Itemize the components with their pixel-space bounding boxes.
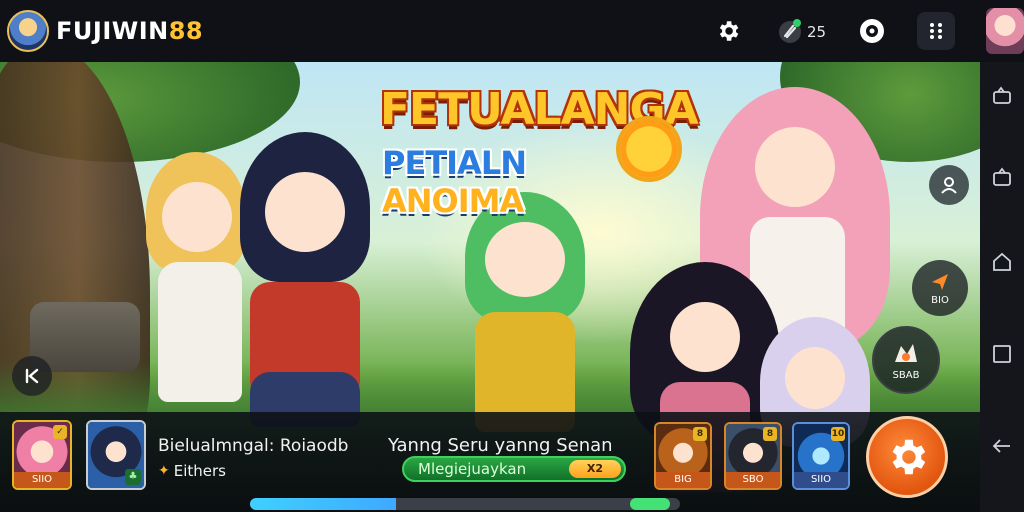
progress-marker <box>630 498 670 510</box>
screen-icon <box>993 167 1011 186</box>
card-price: SIIO <box>794 472 848 488</box>
game-title: FETUALANGA PETIALN ANOIMA <box>380 78 699 220</box>
rotate-icon <box>993 86 1011 104</box>
nav-back-button[interactable] <box>990 434 1014 458</box>
item-card[interactable]: 10 SIIO <box>792 422 850 490</box>
reward-label: SBAB <box>892 369 920 381</box>
game-title-line-2: PETIALN ANOIMA <box>382 144 660 220</box>
card-badge: 10 <box>831 427 845 441</box>
card-badge: ✓ <box>53 425 67 439</box>
profile-button[interactable] <box>929 165 969 205</box>
send-button[interactable]: BIO <box>912 260 968 316</box>
recents-icon <box>993 345 1011 363</box>
back-icon <box>992 439 1010 453</box>
card-price: BIG <box>656 472 710 488</box>
promo-button[interactable]: Mlegiejuaykan X2 <box>402 456 626 482</box>
card-price: SBO <box>726 472 780 488</box>
promo-title: Yanng Seru yanng Senan <box>388 435 613 456</box>
bottom-hud: ✓ SIIO ♣ Bielualmngal: Roiaodb ✦ Eithers… <box>0 412 980 512</box>
brand-logo[interactable]: FUJIWIN88 <box>56 17 203 45</box>
promo-text: Mlegiejuaykan <box>418 460 527 478</box>
card-badge: 8 <box>763 427 777 441</box>
sun-emblem-icon <box>620 120 678 178</box>
character-dark-hair-hero <box>220 132 390 432</box>
send-label: BIO <box>931 294 949 306</box>
back-button[interactable] <box>12 356 52 396</box>
character-card[interactable]: ✓ SIIO <box>12 420 72 490</box>
play-action-button[interactable] <box>866 416 948 498</box>
menu-button[interactable] <box>917 12 955 50</box>
person-icon <box>941 177 957 194</box>
event-subtitle: ✦ Eithers <box>158 462 226 480</box>
progress-bar <box>250 498 680 510</box>
help-icon <box>860 19 884 43</box>
gear-icon <box>892 439 926 475</box>
nav-rotate-button[interactable] <box>990 84 1014 108</box>
nav-recents-button[interactable] <box>990 342 1014 366</box>
coin-count: 25 <box>807 23 827 41</box>
coin-button[interactable] <box>773 14 807 48</box>
top-bar: FUJIWIN88 25 <box>0 0 1024 62</box>
sparkle-icon: ✦ <box>158 463 170 479</box>
card-price: SIIO <box>14 472 70 488</box>
brand-accent: 88 <box>168 17 204 45</box>
send-arrow-icon <box>932 273 948 290</box>
game-title-line-2-accent: ANOIMA <box>382 182 524 220</box>
coin-icon <box>779 19 801 43</box>
settings-button[interactable] <box>711 14 745 48</box>
character-card[interactable]: 8 SBO <box>724 422 782 490</box>
grid-menu-icon <box>930 23 942 39</box>
character-green-hair-girl <box>455 192 595 442</box>
reward-button[interactable]: SBAB <box>872 326 940 394</box>
help-button[interactable] <box>855 14 889 48</box>
system-nav-bar <box>980 62 1024 512</box>
promo-multiplier: X2 <box>569 460 621 478</box>
progress-fill <box>250 498 397 510</box>
character-card[interactable]: ♣ <box>86 420 146 490</box>
logo-avatar[interactable] <box>7 10 49 52</box>
event-title: Bielualmngal: Roiaodb <box>158 436 349 456</box>
event-subtitle-text: Eithers <box>173 462 226 480</box>
reward-creature-icon <box>895 343 917 362</box>
card-badge: 8 <box>693 427 707 441</box>
gear-icon <box>719 21 739 41</box>
game-title-line-2-main: PETIALN <box>382 144 527 182</box>
brand-text: FUJIWIN <box>56 17 169 45</box>
home-icon <box>993 252 1011 271</box>
nav-home-button[interactable] <box>990 250 1014 274</box>
clover-chip-icon: ♣ <box>125 469 141 485</box>
back-arrow-icon <box>25 368 39 384</box>
character-card[interactable]: 8 BIG <box>654 422 712 490</box>
nav-screen-button[interactable] <box>990 166 1014 190</box>
user-avatar[interactable] <box>986 8 1024 54</box>
